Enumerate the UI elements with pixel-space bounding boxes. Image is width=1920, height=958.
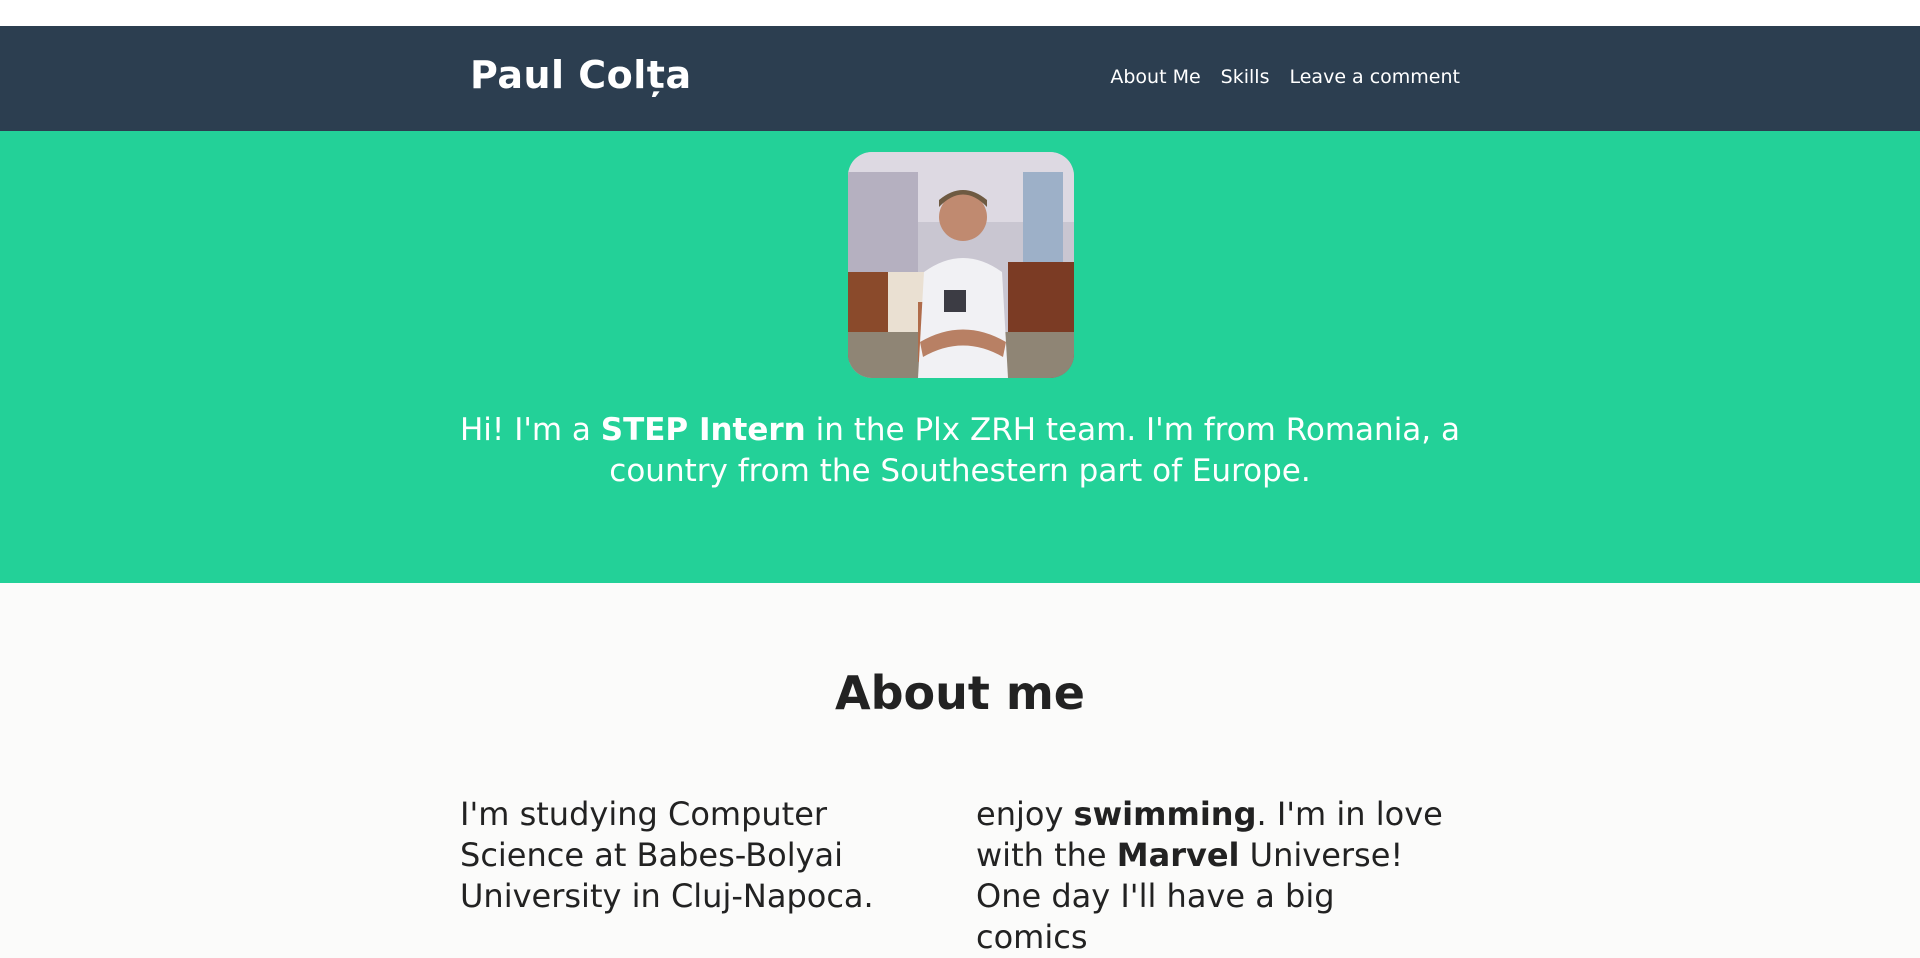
profile-photo bbox=[848, 152, 1074, 378]
hero-highlight: STEP Intern bbox=[600, 412, 806, 448]
navbar: Paul Colța About Me Skills Leave a comme… bbox=[0, 26, 1920, 131]
about-right-paragraph: enjoy swimming. I'm in love with the Mar… bbox=[976, 795, 1443, 956]
hero-intro-text: Hi! I'm a STEP Intern in the Plx ZRH tea… bbox=[460, 412, 1461, 489]
hobby-swimming: swimming bbox=[1073, 795, 1257, 833]
nav-links: About Me Skills Leave a comment bbox=[1100, 68, 1460, 87]
top-strip bbox=[0, 0, 1920, 26]
site-brand[interactable]: Paul Colța bbox=[470, 56, 692, 94]
nav-link-about-me[interactable]: About Me bbox=[1110, 68, 1200, 87]
hobby-marvel: Marvel bbox=[1116, 836, 1240, 874]
about-left-paragraph: I'm studying Computer Science at Babes-B… bbox=[460, 795, 874, 915]
nav-link-skills[interactable]: Skills bbox=[1221, 68, 1270, 87]
about-me-heading: About me bbox=[834, 666, 1085, 721]
nav-link-leave-a-comment[interactable]: Leave a comment bbox=[1289, 68, 1460, 87]
